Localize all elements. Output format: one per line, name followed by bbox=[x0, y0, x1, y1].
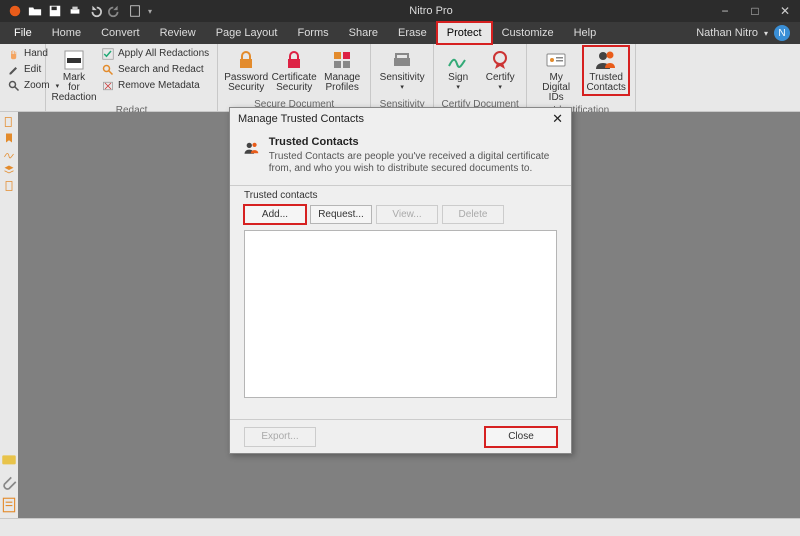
certificate-lock-icon bbox=[282, 48, 306, 72]
close-window-button[interactable]: ✕ bbox=[770, 0, 800, 22]
sign-icon bbox=[446, 48, 470, 72]
avatar: N bbox=[774, 25, 790, 41]
user-menu[interactable]: Nathan Nitro ▾ N bbox=[696, 25, 796, 41]
profiles-icon bbox=[330, 48, 354, 72]
id-card-icon bbox=[544, 48, 568, 72]
zoom-icon bbox=[8, 80, 20, 92]
tab-erase[interactable]: Erase bbox=[388, 22, 437, 44]
tab-convert[interactable]: Convert bbox=[91, 22, 150, 44]
tab-home[interactable]: Home bbox=[42, 22, 91, 44]
tab-review[interactable]: Review bbox=[150, 22, 206, 44]
certificate-security-button[interactable]: CertificateSecurity bbox=[272, 46, 316, 95]
form-icon[interactable] bbox=[128, 4, 142, 18]
user-dropdown-icon: ▾ bbox=[764, 29, 768, 38]
sign-button[interactable]: Sign▾ bbox=[440, 46, 476, 95]
trusted-contacts-label: Trusted contacts bbox=[230, 190, 571, 201]
certify-button[interactable]: Certify▾ bbox=[480, 46, 520, 95]
contacts-icon bbox=[594, 48, 618, 72]
export-button[interactable]: Export... bbox=[244, 427, 316, 447]
print-icon[interactable] bbox=[68, 4, 82, 18]
dialog-titlebar: Manage Trusted Contacts ✕ bbox=[230, 108, 571, 130]
user-name: Nathan Nitro bbox=[696, 27, 758, 39]
output-icon[interactable] bbox=[0, 496, 18, 514]
undo-icon[interactable] bbox=[88, 4, 102, 18]
maximize-button[interactable]: □ bbox=[740, 0, 770, 22]
tab-help[interactable]: Help bbox=[564, 22, 607, 44]
sensitivity-icon bbox=[390, 48, 414, 72]
tab-share[interactable]: Share bbox=[339, 22, 388, 44]
app-icon bbox=[8, 4, 22, 18]
folder-icon[interactable] bbox=[28, 4, 42, 18]
search-icon bbox=[102, 64, 114, 76]
add-button[interactable]: Add... bbox=[244, 205, 306, 224]
tab-customize[interactable]: Customize bbox=[492, 22, 564, 44]
delete-button[interactable]: Delete bbox=[442, 205, 504, 224]
titlebar: ▾ Nitro Pro − □ ✕ bbox=[0, 0, 800, 22]
dialog-close-button[interactable]: ✕ bbox=[552, 111, 563, 127]
menu-tabstrip: File Home Convert Review Page Layout For… bbox=[0, 22, 800, 44]
metadata-icon bbox=[102, 80, 114, 92]
ribbon: Hand Edit Zoom▾ Mark forRedaction Apply … bbox=[0, 44, 800, 112]
sensitivity-button[interactable]: Sensitivity▾ bbox=[377, 46, 427, 95]
tab-forms[interactable]: Forms bbox=[287, 22, 338, 44]
lock-icon bbox=[234, 48, 258, 72]
apply-all-redactions-button[interactable]: Apply All Redactions bbox=[100, 46, 211, 61]
redo-icon[interactable] bbox=[108, 4, 122, 18]
certify-icon bbox=[488, 48, 512, 72]
search-and-redact-button[interactable]: Search and Redact bbox=[100, 62, 211, 77]
my-digital-ids-button[interactable]: My DigitalIDs bbox=[533, 46, 579, 105]
bookmarks-panel-icon[interactable] bbox=[3, 132, 15, 144]
save-icon[interactable] bbox=[48, 4, 62, 18]
trusted-contacts-button[interactable]: TrustedContacts bbox=[583, 46, 629, 95]
trusted-contacts-icon bbox=[244, 136, 259, 160]
check-icon bbox=[102, 48, 114, 60]
pages-panel-icon[interactable] bbox=[3, 116, 15, 128]
signatures-panel-icon[interactable] bbox=[3, 148, 15, 160]
remove-metadata-button[interactable]: Remove Metadata bbox=[100, 78, 211, 93]
manage-trusted-contacts-dialog: Manage Trusted Contacts ✕ Trusted Contac… bbox=[229, 107, 572, 454]
hand-icon bbox=[8, 48, 20, 60]
request-button[interactable]: Request... bbox=[310, 205, 372, 224]
attach-icon[interactable] bbox=[0, 474, 18, 492]
edit-icon bbox=[8, 64, 20, 76]
quick-access-toolbar: ▾ bbox=[0, 4, 152, 18]
tab-protect[interactable]: Protect bbox=[437, 22, 492, 44]
app-title: Nitro Pro bbox=[152, 5, 710, 17]
layers-panel-icon[interactable] bbox=[3, 164, 15, 176]
minimize-button[interactable]: − bbox=[710, 0, 740, 22]
manage-profiles-button[interactable]: ManageProfiles bbox=[320, 46, 364, 95]
view-button[interactable]: View... bbox=[376, 205, 438, 224]
dialog-description: Trusted Contacts are people you've recei… bbox=[269, 151, 557, 175]
close-button[interactable]: Close bbox=[485, 427, 557, 447]
bottom-left-toolbar bbox=[0, 448, 18, 518]
trusted-contacts-listbox[interactable] bbox=[244, 230, 557, 398]
dialog-heading: Trusted Contacts bbox=[269, 136, 557, 148]
redaction-icon bbox=[62, 48, 86, 72]
attachments-panel-icon[interactable] bbox=[3, 180, 15, 192]
tab-file[interactable]: File bbox=[4, 27, 42, 39]
statusbar bbox=[0, 518, 800, 536]
tab-page-layout[interactable]: Page Layout bbox=[206, 22, 288, 44]
password-security-button[interactable]: PasswordSecurity bbox=[224, 46, 268, 95]
comment-icon[interactable] bbox=[0, 452, 18, 470]
mark-for-redaction-button[interactable]: Mark forRedaction bbox=[52, 46, 96, 105]
dialog-title: Manage Trusted Contacts bbox=[238, 113, 364, 125]
